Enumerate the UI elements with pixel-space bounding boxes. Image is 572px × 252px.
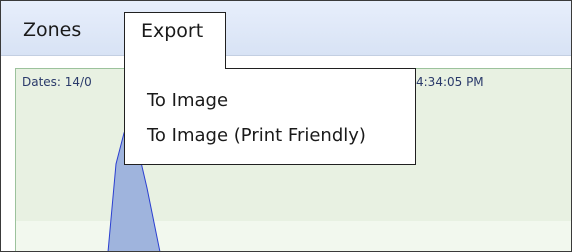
menu-zones[interactable]: Zones [23,15,81,69]
export-to-image-item[interactable]: To Image [147,90,228,111]
menu-bar: Zones [1,1,571,56]
menu-export[interactable]: Export [124,12,226,69]
export-to-image-print-friendly-item[interactable]: To Image (Print Friendly) [147,125,366,146]
export-dropdown-menu: To Image To Image (Print Friendly) [124,68,416,165]
menu-export-label: Export [141,20,204,42]
menu-zones-label: Zones [23,19,82,41]
app-window: Zones Export Dates: 14/0 4:34:05 PM To I… [0,0,572,252]
